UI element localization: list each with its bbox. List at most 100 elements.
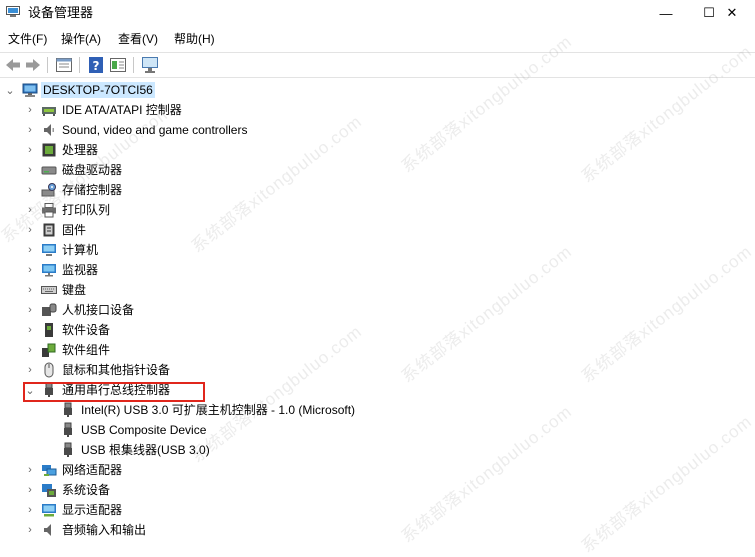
chevron-right-icon[interactable]: › [24, 362, 36, 378]
tree-category[interactable]: › IDE ATA/ATAPI 控制器 [0, 100, 755, 120]
tree-category[interactable]: › 音频输入和输出 [0, 520, 755, 540]
chevron-right-icon[interactable]: › [24, 342, 36, 358]
chevron-right-icon[interactable]: › [24, 522, 36, 538]
view-resources-icon[interactable] [109, 56, 127, 74]
computer-name-label: DESKTOP-7OTCI56 [41, 82, 155, 98]
menu-help[interactable]: 帮助(H) [174, 31, 215, 47]
chevron-right-icon[interactable]: › [24, 302, 36, 318]
tree-category[interactable]: › 软件组件 [0, 340, 755, 360]
chevron-right-icon[interactable]: › [24, 322, 36, 338]
tree-category[interactable]: › 处理器 [0, 140, 755, 160]
chevron-right-icon[interactable]: › [24, 502, 36, 518]
highlight-box [23, 382, 205, 402]
tree-category[interactable]: › 打印队列 [0, 200, 755, 220]
minimize-button[interactable]: — [643, 0, 689, 26]
tree-item-label: 软件组件 [62, 343, 111, 357]
tree-item-label: 人机接口设备 [62, 303, 135, 317]
chevron-right-icon[interactable]: › [24, 162, 36, 178]
software-component-icon [41, 342, 57, 358]
tree-item-label: 磁盘驱动器 [62, 163, 123, 177]
forward-arrow-icon[interactable] [24, 56, 42, 74]
scan-hardware-icon[interactable] [141, 56, 159, 74]
tree-item-label: 显示适配器 [62, 503, 123, 517]
chevron-right-icon[interactable]: › [24, 142, 36, 158]
back-arrow-icon[interactable] [4, 56, 22, 74]
hid-icon [41, 302, 57, 318]
tree-category[interactable]: › 磁盘驱动器 [0, 160, 755, 180]
disk-drive-icon [41, 162, 57, 178]
chevron-right-icon[interactable]: › [24, 262, 36, 278]
tree-device[interactable]: USB Composite Device [0, 420, 755, 440]
tree-item-label: 软件设备 [62, 323, 111, 337]
monitor-icon [41, 262, 57, 278]
ide-controller-icon [41, 102, 57, 118]
tree-category[interactable]: › Sound, video and game controllers [0, 120, 755, 140]
mouse-icon [41, 362, 57, 378]
chevron-right-icon[interactable]: › [24, 182, 36, 198]
tree-category[interactable]: › 系统设备 [0, 480, 755, 500]
tree-item-label: Sound, video and game controllers [62, 123, 248, 137]
storage-controller-icon [41, 182, 57, 198]
chevron-right-icon[interactable]: › [24, 482, 36, 498]
properties-icon[interactable] [55, 56, 73, 74]
tree-category[interactable]: › 软件设备 [0, 320, 755, 340]
printer-icon [41, 202, 57, 218]
device-manager-icon [6, 6, 20, 18]
chevron-right-icon[interactable]: › [24, 222, 36, 238]
toolbar: ? [0, 52, 755, 78]
system-device-icon [41, 482, 57, 498]
usb-icon [60, 442, 76, 458]
chevron-right-icon[interactable]: › [24, 122, 36, 138]
software-device-icon [41, 322, 57, 338]
menu-action[interactable]: 操作(A) [61, 31, 101, 47]
toolbar-separator [79, 57, 80, 73]
tree-item-label: 网络适配器 [62, 463, 123, 477]
tree-item-label: 打印队列 [62, 203, 111, 217]
chevron-right-icon[interactable]: › [24, 102, 36, 118]
tree-category[interactable]: › 键盘 [0, 280, 755, 300]
tree-root[interactable]: ⌄ DESKTOP-7OTCI56 [0, 80, 755, 100]
tree-item-label: 固件 [62, 223, 87, 237]
tree-item-label: 存储控制器 [62, 183, 123, 197]
tree-category[interactable]: › 固件 [0, 220, 755, 240]
tree-category[interactable]: › 网络适配器 [0, 460, 755, 480]
tree-item-label: 键盘 [62, 283, 87, 297]
help-icon[interactable]: ? [87, 56, 105, 74]
menu-view[interactable]: 查看(V) [118, 31, 158, 47]
chevron-right-icon[interactable]: › [24, 282, 36, 298]
tree-device[interactable]: Intel(R) USB 3.0 可扩展主机控制器 - 1.0 (Microso… [0, 400, 755, 420]
menu-bar: 文件(F) 操作(A) 查看(V) 帮助(H) [0, 29, 755, 49]
tree-category[interactable]: › 人机接口设备 [0, 300, 755, 320]
audio-io-icon [41, 522, 57, 538]
tree-category[interactable]: › 监视器 [0, 260, 755, 280]
usb-icon [60, 402, 76, 418]
tree-item-label: 处理器 [62, 143, 99, 157]
firmware-icon [41, 222, 57, 238]
tree-item-label: 监视器 [62, 263, 99, 277]
close-button[interactable]: ✕ [709, 0, 755, 26]
tree-item-label: Intel(R) USB 3.0 可扩展主机控制器 - 1.0 (Microso… [81, 403, 356, 417]
menu-file[interactable]: 文件(F) [8, 31, 47, 47]
tree-device[interactable]: USB 根集线器(USB 3.0) [0, 440, 755, 460]
window-title: 设备管理器 [28, 5, 94, 20]
chevron-right-icon[interactable]: › [24, 462, 36, 478]
tree-category[interactable]: › 计算机 [0, 240, 755, 260]
tree-category[interactable]: › 显示适配器 [0, 500, 755, 520]
chevron-right-icon[interactable]: › [24, 202, 36, 218]
toolbar-separator [133, 57, 134, 73]
tree-category[interactable]: › 存储控制器 [0, 180, 755, 200]
svg-text:?: ? [93, 59, 100, 73]
speaker-icon [41, 122, 57, 138]
tree-item-label: 系统设备 [62, 483, 111, 497]
processor-icon [41, 142, 57, 158]
device-tree: ⌄ DESKTOP-7OTCI56 › IDE ATA/ATAPI 控制器 › … [0, 80, 755, 537]
toolbar-separator [47, 57, 48, 73]
chevron-down-icon[interactable]: ⌄ [4, 82, 16, 98]
network-adapter-icon [41, 462, 57, 478]
usb-icon [60, 422, 76, 438]
chevron-right-icon[interactable]: › [24, 242, 36, 258]
tree-category[interactable]: › 鼠标和其他指针设备 [0, 360, 755, 380]
tree-item-label: 计算机 [62, 243, 99, 257]
tree-item-label: USB 根集线器(USB 3.0) [81, 443, 210, 457]
tree-item-label: 鼠标和其他指针设备 [62, 363, 171, 377]
